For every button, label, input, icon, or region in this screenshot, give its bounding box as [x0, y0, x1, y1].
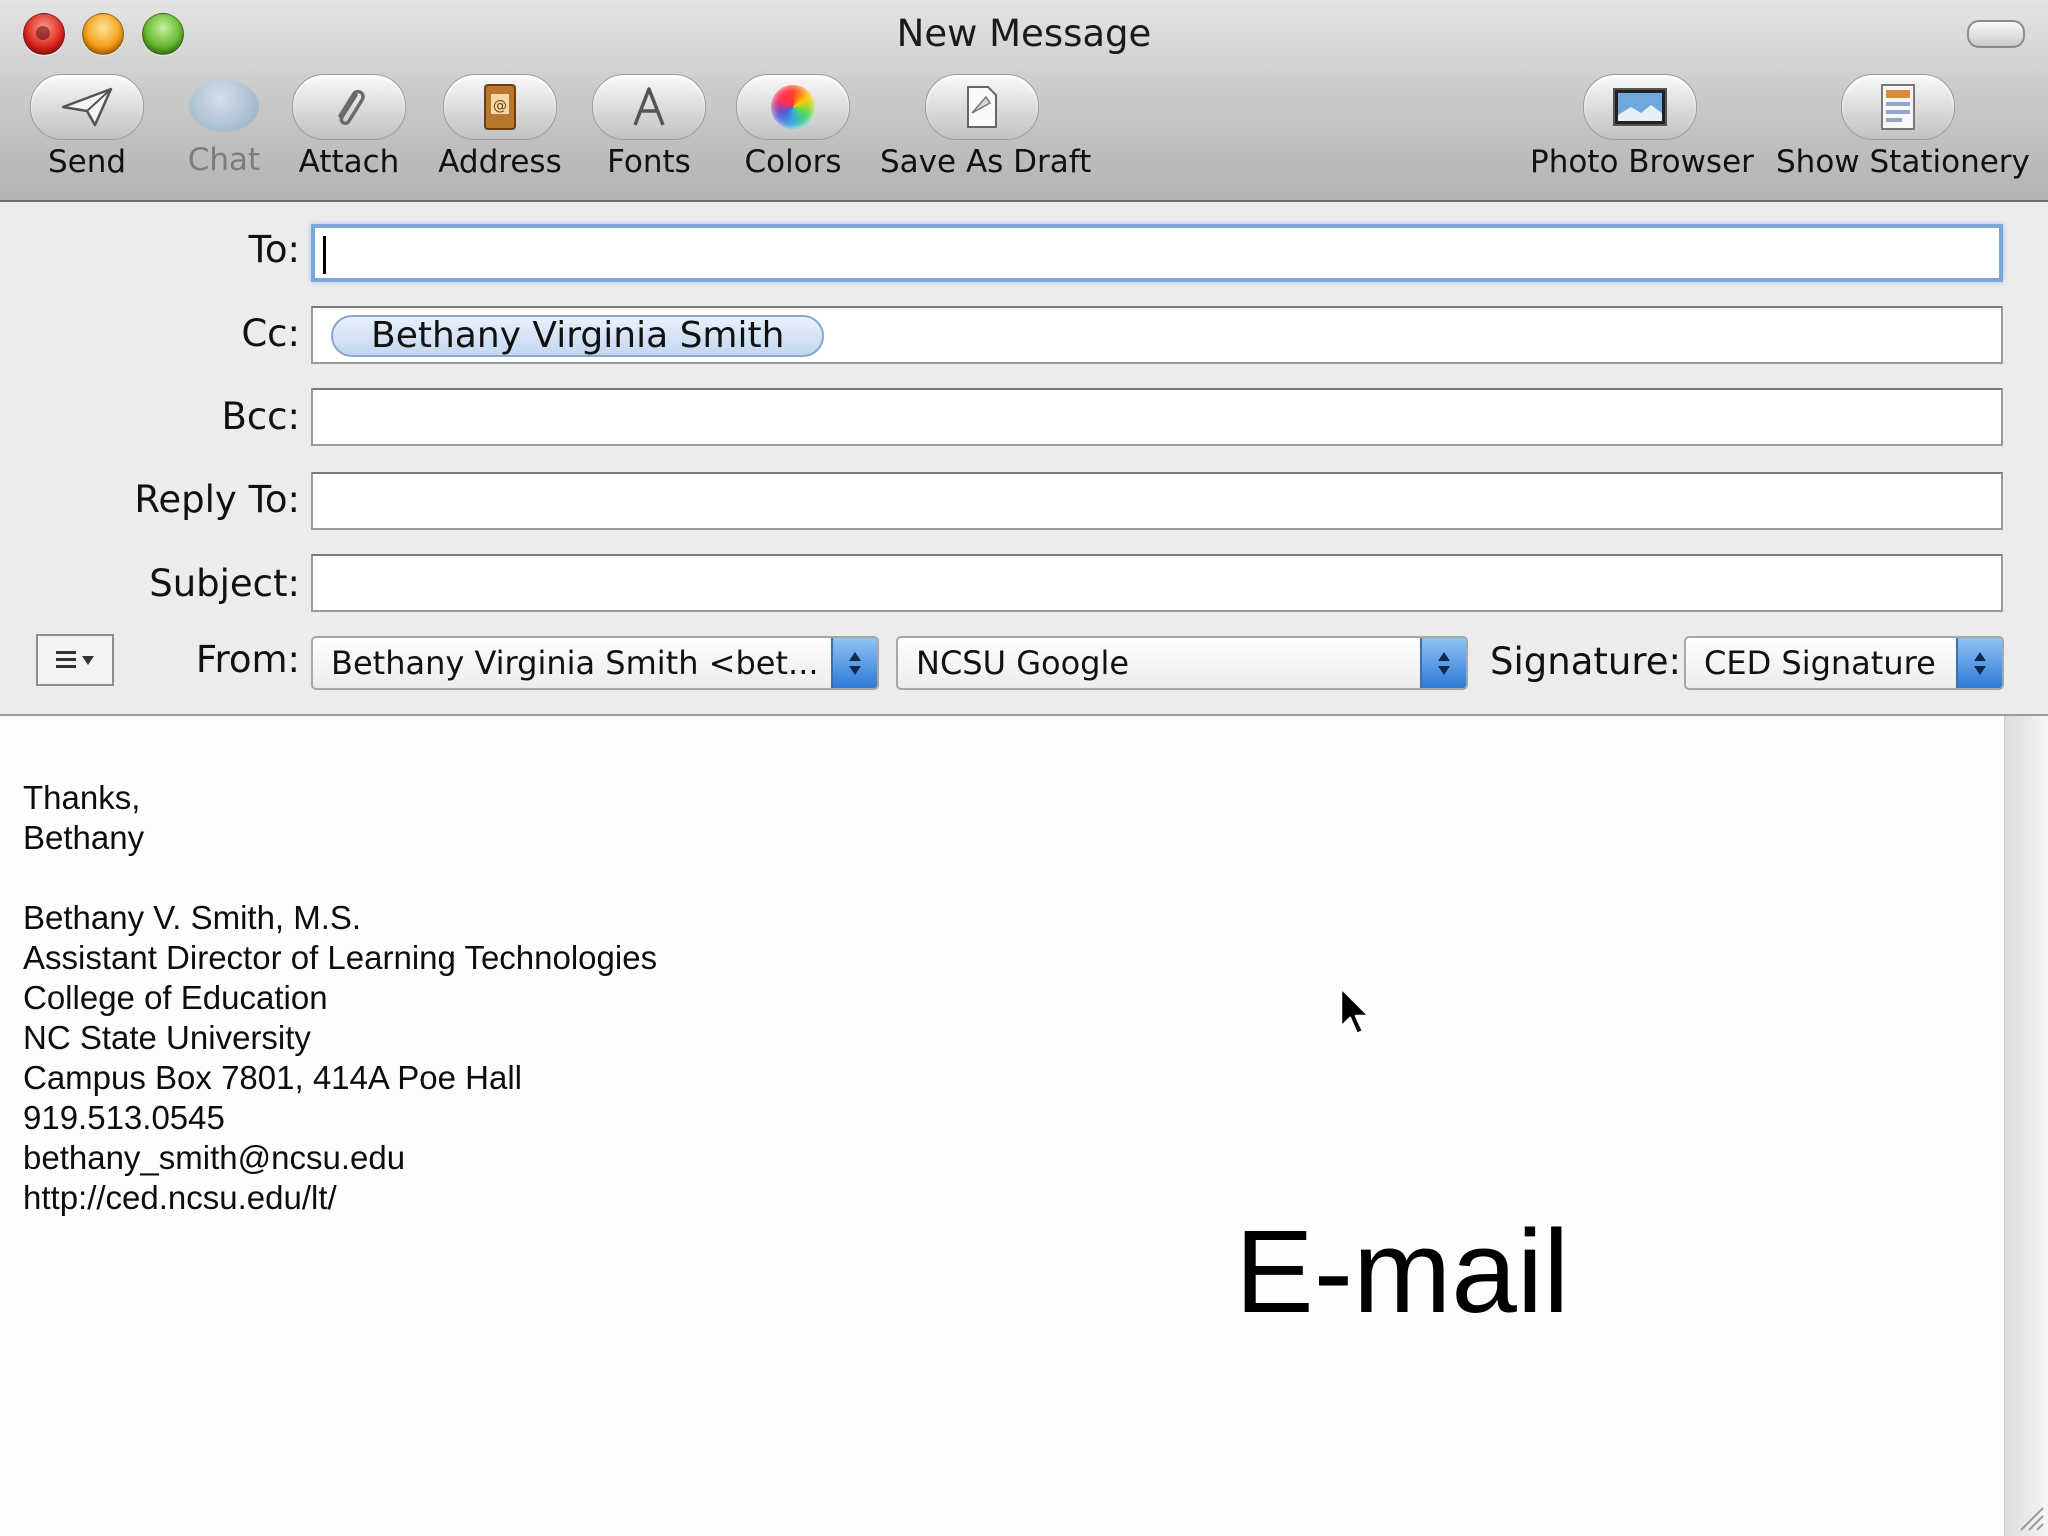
list-menu-icon — [56, 651, 94, 668]
body-line: Thanks, — [23, 779, 141, 816]
signature-popup-stepper-icon — [1956, 638, 2002, 688]
paper-plane-icon — [61, 87, 113, 127]
mail-compose-window: New Message Send Chat Attach @ Address F… — [0, 0, 2048, 1536]
window-title: New Message — [896, 12, 1152, 55]
from-address-popup[interactable]: Bethany Virginia Smith <bet... — [311, 636, 879, 690]
attach-button[interactable]: Attach — [292, 74, 406, 180]
signature-name: Bethany V. Smith, M.S. — [23, 899, 362, 936]
vertical-scrollbar[interactable] — [2004, 716, 2048, 1536]
send-label: Send — [47, 144, 127, 180]
to-label: To: — [248, 228, 300, 271]
attach-label: Attach — [298, 144, 400, 180]
caption-text: E-mail — [1235, 1206, 1570, 1338]
chat-label: Chat — [187, 142, 261, 178]
bcc-field[interactable] — [311, 388, 2003, 446]
address-book-icon: @ — [484, 84, 516, 130]
chat-button[interactable]: Chat — [176, 74, 272, 178]
cc-field[interactable]: Bethany Virginia Smith — [311, 306, 2003, 364]
resize-grip-icon[interactable] — [2015, 1502, 2045, 1532]
address-label: Address — [438, 144, 562, 180]
to-field[interactable] — [311, 224, 2003, 282]
cc-label: Cc: — [241, 312, 300, 355]
signature-url: http://ced.ncsu.edu/lt/ — [23, 1179, 337, 1216]
signature-popup[interactable]: CED Signature — [1684, 636, 2004, 690]
photo-browser-button[interactable]: Photo Browser — [1530, 74, 1754, 180]
window-toolbar: New Message Send Chat Attach @ Address F… — [0, 0, 2048, 202]
stationery-icon — [1881, 84, 1915, 130]
from-label: From: — [195, 638, 300, 681]
text-caret — [323, 236, 326, 274]
message-body[interactable] — [0, 716, 2004, 1536]
photo-browser-label: Photo Browser — [1530, 144, 1754, 180]
mouse-pointer-icon — [1339, 986, 1371, 1036]
signature-address: Campus Box 7801, 414A Poe Hall — [23, 1059, 522, 1096]
account-popup-stepper-icon — [1420, 638, 1466, 688]
address-button[interactable]: @ Address — [438, 74, 562, 180]
signature-email: bethany_smith@ncsu.edu — [23, 1139, 406, 1176]
bcc-label: Bcc: — [221, 395, 300, 438]
draft-page-icon — [967, 86, 997, 128]
signature-value: CED Signature — [1704, 644, 1936, 682]
from-popup-stepper-icon — [831, 638, 877, 688]
photo-icon — [1613, 88, 1667, 126]
chat-bubble-icon — [189, 80, 259, 132]
colors-label: Colors — [744, 144, 842, 180]
cc-recipient-token[interactable]: Bethany Virginia Smith — [331, 315, 825, 357]
signature-university: NC State University — [23, 1019, 311, 1056]
from-address-value: Bethany Virginia Smith <bet... — [331, 644, 819, 682]
fonts-label: Fonts — [607, 144, 691, 180]
save-as-draft-button[interactable]: Save As Draft — [880, 74, 1092, 180]
signature-title: Assistant Director of Learning Technolog… — [23, 939, 658, 976]
body-line: Bethany — [23, 819, 145, 856]
send-button[interactable]: Send — [30, 74, 144, 180]
reply-to-field[interactable] — [311, 472, 2003, 530]
header-options-menu-button[interactable] — [36, 634, 114, 686]
signature-college: College of Education — [23, 979, 328, 1016]
toolbar-toggle-button[interactable] — [1967, 20, 2025, 48]
show-stationery-label: Show Stationery — [1776, 144, 2030, 180]
subject-field[interactable] — [311, 554, 2003, 612]
signature-label: Signature: — [1490, 640, 1681, 683]
colors-button[interactable]: Colors — [736, 74, 850, 180]
save-as-draft-label: Save As Draft — [880, 144, 1092, 180]
fonts-button[interactable]: Fonts — [592, 74, 706, 180]
paperclip-icon — [338, 89, 365, 125]
account-value: NCSU Google — [916, 644, 1130, 682]
signature-phone: 919.513.0545 — [23, 1099, 225, 1136]
account-popup[interactable]: NCSU Google — [896, 636, 1468, 690]
subject-label: Subject: — [149, 562, 300, 605]
font-a-icon — [633, 87, 665, 126]
reply-to-label: Reply To: — [134, 478, 300, 521]
show-stationery-button[interactable]: Show Stationery — [1776, 74, 2030, 180]
color-wheel-icon — [771, 85, 815, 129]
svg-text:@: @ — [493, 98, 507, 114]
